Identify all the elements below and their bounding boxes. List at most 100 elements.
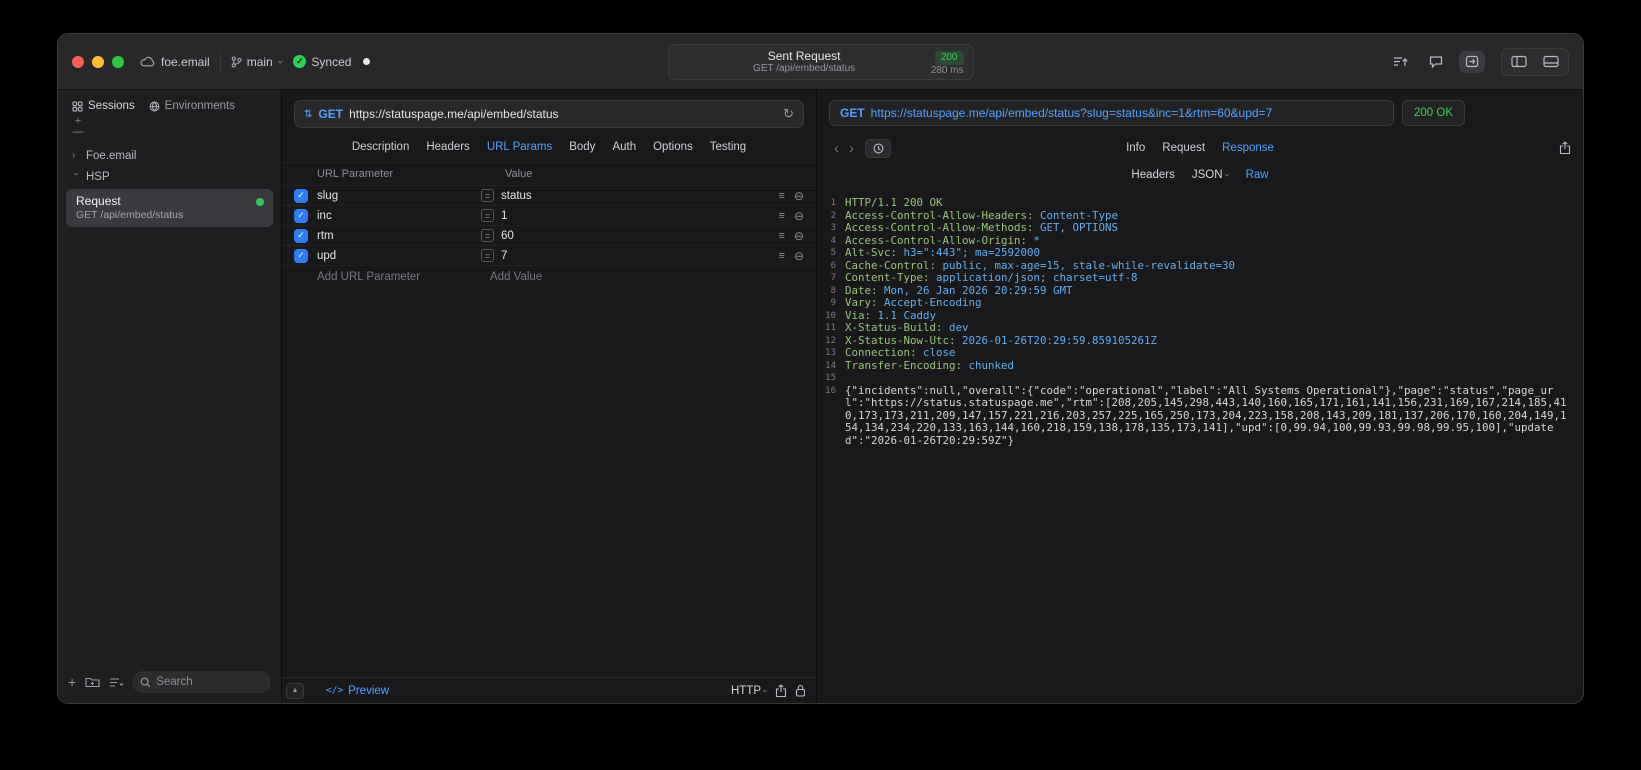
param-checkbox[interactable]: ✓ bbox=[294, 188, 308, 203]
param-checkbox[interactable]: ✓ bbox=[294, 248, 308, 263]
request-url[interactable]: https://statuspage.me/api/embed/status bbox=[349, 107, 777, 121]
param-name[interactable]: inc bbox=[317, 210, 481, 222]
tab-testing[interactable]: Testing bbox=[710, 141, 746, 153]
param-name[interactable]: upd bbox=[317, 250, 481, 262]
line-number: 15 bbox=[825, 373, 836, 383]
lock-icon[interactable] bbox=[795, 684, 806, 697]
equals-type-icon: = bbox=[481, 209, 494, 222]
tab-sessions[interactable]: Sessions bbox=[72, 100, 135, 112]
sent-request-method: GET bbox=[840, 106, 865, 120]
tree-group-label: Foe.email bbox=[86, 149, 137, 162]
new-folder-button[interactable] bbox=[85, 676, 100, 688]
method-stepper-icon[interactable]: ⇅ bbox=[304, 109, 312, 120]
header-value: GET, OPTIONS bbox=[1033, 221, 1119, 234]
row-menu-icon[interactable]: ≡ bbox=[779, 230, 785, 242]
sidebar-request-item[interactable]: Request GET /api/embed/status bbox=[66, 189, 273, 227]
tab-environments[interactable]: Environments bbox=[149, 100, 235, 112]
search-input[interactable] bbox=[156, 676, 263, 688]
param-checkbox[interactable]: ✓ bbox=[294, 208, 308, 223]
export-response-icon[interactable] bbox=[1559, 141, 1571, 155]
tab-request[interactable]: Request bbox=[1162, 142, 1205, 154]
request-success-dot bbox=[256, 198, 264, 206]
add-item-button[interactable]: + bbox=[72, 116, 84, 127]
param-value[interactable]: status bbox=[501, 190, 532, 202]
share-icon[interactable] bbox=[775, 683, 787, 698]
subtab-headers[interactable]: Headers bbox=[1131, 169, 1174, 181]
tree-group-hsp[interactable]: › HSP bbox=[66, 166, 273, 187]
subtab-raw[interactable]: Raw bbox=[1246, 169, 1269, 181]
tab-auth[interactable]: Auth bbox=[612, 141, 636, 153]
line-number: 3 bbox=[830, 223, 836, 233]
protocol-selector[interactable]: HTTP › bbox=[730, 684, 771, 697]
tree-group-foe-email[interactable]: › Foe.email bbox=[66, 145, 273, 166]
tab-options[interactable]: Options bbox=[653, 141, 693, 153]
history-clock-button[interactable] bbox=[865, 138, 891, 158]
tab-description[interactable]: Description bbox=[352, 141, 410, 153]
param-value[interactable]: 1 bbox=[501, 210, 507, 222]
sent-request-url-box[interactable]: GET https://statuspage.me/api/embed/stat… bbox=[829, 100, 1394, 126]
header-value: 1.1 Caddy bbox=[871, 308, 937, 322]
param-value[interactable]: 60 bbox=[501, 230, 514, 242]
comments-icon[interactable] bbox=[1423, 51, 1449, 73]
tab-info[interactable]: Info bbox=[1126, 142, 1145, 154]
preview-button[interactable]: </> Preview bbox=[326, 685, 389, 697]
protocol-label: HTTP bbox=[730, 684, 761, 697]
modified-indicator-dot bbox=[363, 58, 371, 65]
add-url-parameter-placeholder[interactable]: Add URL Parameter bbox=[317, 271, 490, 283]
activity-pill[interactable]: Sent Request GET /api/embed/status 200 2… bbox=[667, 43, 974, 80]
param-value-cell: = 7 bbox=[481, 249, 779, 262]
tab-headers[interactable]: Headers bbox=[426, 141, 469, 153]
subtab-json[interactable]: JSON › bbox=[1192, 169, 1232, 181]
header-value: h3=":443"; ma=2592000 bbox=[897, 246, 1041, 259]
row-remove-icon[interactable]: ⊖ bbox=[794, 229, 804, 243]
refresh-icon[interactable]: ↻ bbox=[783, 106, 794, 122]
history-back-icon[interactable]: ‹ bbox=[829, 140, 844, 157]
row-menu-icon[interactable]: ≡ bbox=[779, 250, 785, 262]
import-export-button[interactable] bbox=[1459, 50, 1485, 73]
add-request-button[interactable]: + bbox=[68, 674, 76, 690]
row-remove-icon[interactable]: ⊖ bbox=[794, 189, 804, 203]
param-value[interactable]: 7 bbox=[501, 250, 507, 262]
sync-status[interactable]: ✓ Synced bbox=[293, 55, 351, 69]
main-content: Sessions Environments + — › Foe.email › … bbox=[58, 90, 1583, 703]
expand-panel-button[interactable]: ▲ bbox=[286, 682, 304, 699]
row-menu-icon[interactable]: ≡ bbox=[779, 190, 785, 202]
sort-list-button[interactable] bbox=[109, 677, 124, 688]
tab-body[interactable]: Body bbox=[569, 141, 595, 153]
line-number: 2 bbox=[830, 210, 836, 221]
activity-title: Sent Request bbox=[767, 48, 841, 63]
close-window-button[interactable] bbox=[72, 55, 84, 68]
sidebar-tabs: Sessions Environments bbox=[58, 90, 281, 114]
response-top-row: GET https://statuspage.me/api/embed/stat… bbox=[817, 90, 1583, 126]
param-name[interactable]: rtm bbox=[317, 230, 481, 242]
bottom-panel-toggle-icon[interactable] bbox=[1538, 51, 1564, 73]
param-value-cell: = 60 bbox=[481, 229, 779, 242]
sort-filter-icon[interactable] bbox=[1387, 51, 1413, 73]
sidebar-search[interactable] bbox=[132, 671, 271, 693]
tree-group-label: HSP bbox=[86, 170, 110, 183]
line-number: 6 bbox=[830, 260, 836, 271]
add-value-placeholder[interactable]: Add Value bbox=[490, 271, 542, 283]
line-number: 4 bbox=[830, 235, 836, 246]
activity-subtitle: GET /api/embed/status bbox=[753, 62, 856, 74]
minimize-window-button[interactable] bbox=[92, 55, 104, 68]
row-remove-icon[interactable]: ⊖ bbox=[794, 249, 804, 263]
param-name[interactable]: slug bbox=[317, 190, 481, 202]
branch-menu[interactable]: main › bbox=[231, 55, 286, 69]
param-checkbox[interactable]: ✓ bbox=[294, 228, 308, 243]
tab-url-params[interactable]: URL Params bbox=[487, 141, 552, 153]
project-name: foe.email bbox=[161, 54, 210, 69]
left-sidebar-toggle-icon[interactable] bbox=[1506, 51, 1532, 73]
request-url-bar[interactable]: ⇅ GET https://statuspage.me/api/embed/st… bbox=[294, 100, 804, 128]
request-method[interactable]: GET bbox=[318, 107, 343, 121]
row-menu-icon[interactable]: ≡ bbox=[779, 210, 785, 222]
tab-response[interactable]: Response bbox=[1222, 142, 1274, 154]
param-table-header: URL Parameter Value bbox=[282, 162, 816, 186]
git-branch-icon bbox=[231, 55, 242, 68]
header-name: X-Status-Now-Utc: bbox=[845, 333, 956, 347]
history-forward-icon[interactable]: › bbox=[844, 140, 859, 157]
zoom-window-button[interactable] bbox=[112, 55, 124, 68]
row-remove-icon[interactable]: ⊖ bbox=[794, 209, 804, 223]
project-menu[interactable]: foe.email bbox=[140, 55, 210, 69]
collapse-items-button[interactable]: — bbox=[72, 127, 84, 138]
